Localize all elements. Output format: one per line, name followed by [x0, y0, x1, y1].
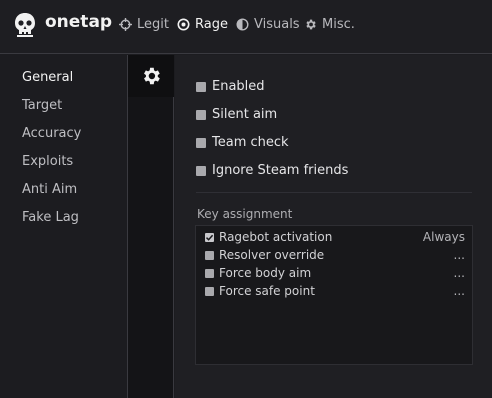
silent-aim-checkbox[interactable]: [196, 109, 206, 120]
crosshair-icon: [119, 18, 132, 31]
key-row-value[interactable]: Always: [423, 230, 465, 244]
option-team-check[interactable]: Team check: [196, 135, 289, 150]
checkmark-icon: [205, 234, 214, 241]
divider: [196, 192, 472, 193]
resolver-override-checkbox[interactable]: [205, 250, 214, 260]
skull-logo-icon: [15, 13, 35, 37]
option-ignore-steam-friends-label: Ignore Steam friends: [212, 163, 349, 178]
key-row-label: Force body aim: [219, 266, 312, 280]
key-row-value[interactable]: ...: [454, 248, 465, 262]
settings-panel: Enabled Silent aim Team check Ignore Ste…: [175, 55, 492, 398]
key-assignment-list: Ragebot activation Always Resolver overr…: [195, 225, 473, 365]
sidebar-item-accuracy[interactable]: Accuracy: [22, 126, 81, 141]
ignore-steam-friends-checkbox[interactable]: [196, 165, 206, 176]
ragebot-activation-checkbox[interactable]: [205, 232, 214, 242]
key-row-value[interactable]: ...: [454, 266, 465, 280]
option-team-check-label: Team check: [212, 135, 289, 150]
subcategory-column: [128, 55, 174, 398]
settings-subtab[interactable]: [128, 55, 174, 97]
tab-misc[interactable]: Misc.: [304, 17, 355, 32]
tab-visuals[interactable]: Visuals: [236, 17, 300, 32]
tab-visuals-label: Visuals: [254, 17, 300, 32]
key-row-force-body-aim[interactable]: Force body aim ...: [205, 265, 465, 281]
team-check-checkbox[interactable]: [196, 137, 206, 148]
key-row-force-safe-point[interactable]: Force safe point ...: [205, 283, 465, 299]
sidebar-item-fake-lag[interactable]: Fake Lag: [22, 210, 79, 225]
sidebar-item-anti-aim[interactable]: Anti Aim: [22, 182, 77, 197]
option-enabled-label: Enabled: [212, 79, 265, 94]
option-silent-aim[interactable]: Silent aim: [196, 107, 277, 122]
sidebar-item-target[interactable]: Target: [22, 98, 62, 113]
key-row-label: Force safe point: [219, 284, 315, 298]
key-row-ragebot-activation[interactable]: Ragebot activation Always: [205, 229, 465, 245]
target-icon: [177, 18, 190, 31]
option-enabled[interactable]: Enabled: [196, 79, 265, 94]
key-row-value[interactable]: ...: [454, 284, 465, 298]
settings-gear-icon: [144, 67, 160, 85]
enabled-checkbox[interactable]: [196, 81, 206, 92]
tab-legit[interactable]: Legit: [119, 17, 169, 32]
key-assignment-title: Key assignment: [197, 207, 293, 221]
tab-legit-label: Legit: [137, 17, 169, 32]
option-ignore-steam-friends[interactable]: Ignore Steam friends: [196, 163, 348, 178]
tab-rage[interactable]: Rage: [177, 17, 228, 32]
tab-rage-label: Rage: [195, 17, 228, 32]
key-row-resolver-override[interactable]: Resolver override ...: [205, 247, 465, 263]
sidebar-item-exploits[interactable]: Exploits: [22, 154, 73, 169]
sidebar-item-general[interactable]: General: [22, 70, 73, 85]
brand-name: onetap: [45, 12, 113, 32]
key-row-label: Ragebot activation: [219, 230, 333, 244]
key-row-label: Resolver override: [219, 248, 325, 262]
top-bar: onetap Legit Rage Visuals Misc.: [0, 0, 492, 54]
tab-misc-label: Misc.: [322, 17, 355, 32]
option-silent-aim-label: Silent aim: [212, 107, 278, 122]
force-body-aim-checkbox[interactable]: [205, 268, 214, 278]
gear-icon: [306, 19, 316, 30]
force-safe-point-checkbox[interactable]: [205, 286, 214, 296]
sidebar: General Target Accuracy Exploits Anti Ai…: [0, 55, 128, 398]
half-circle-icon: [236, 18, 249, 31]
